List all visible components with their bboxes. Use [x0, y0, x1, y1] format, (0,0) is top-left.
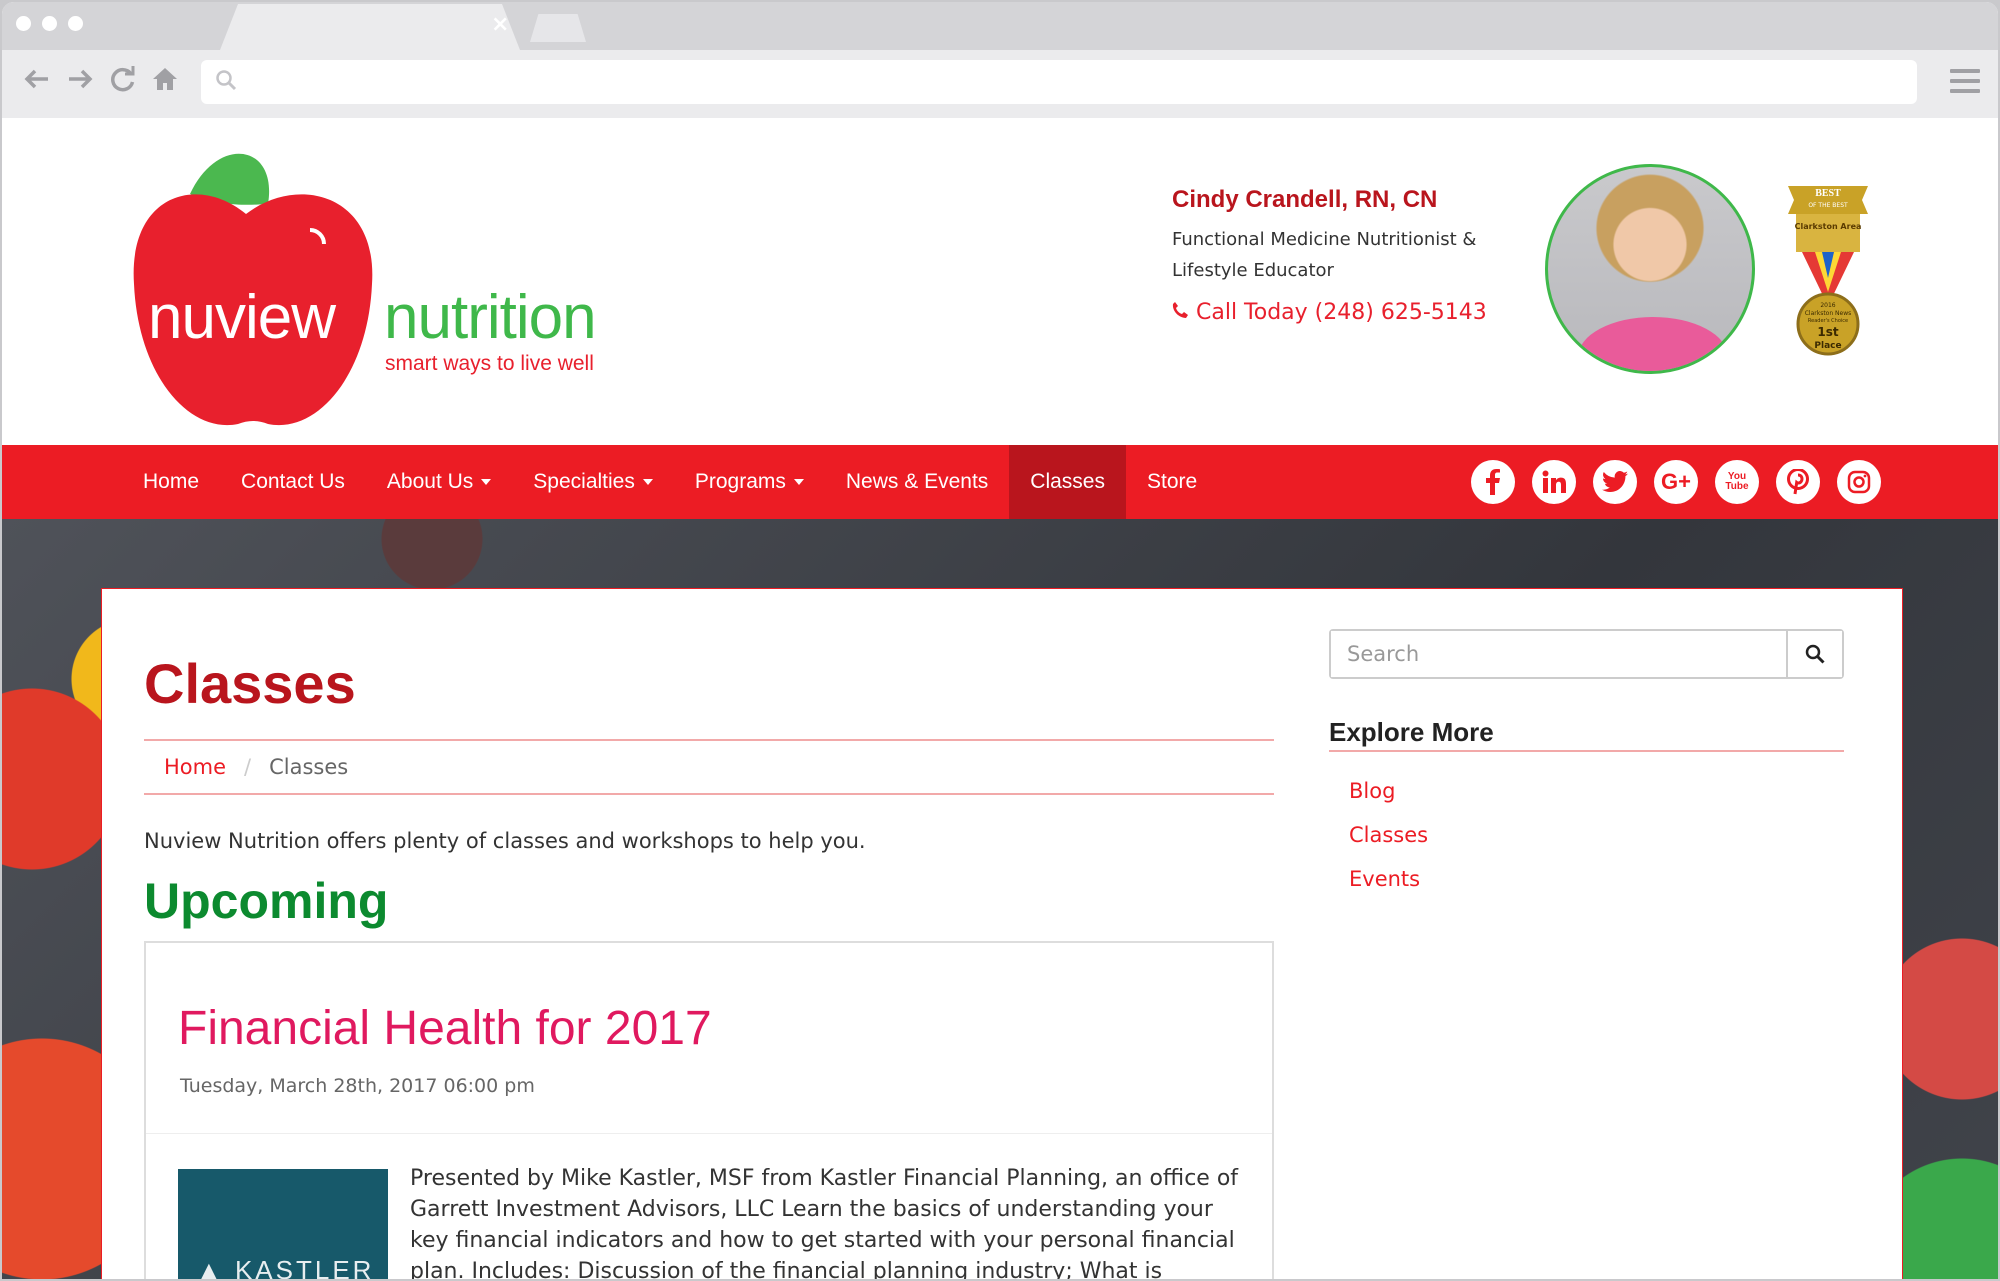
address-bar[interactable]	[201, 60, 1917, 104]
nav-programs[interactable]: Programs	[674, 445, 825, 519]
event-image-logo-mark: ▲	[196, 1255, 235, 1281]
intro-text: Nuview Nutrition offers plenty of classe…	[144, 829, 866, 853]
contact-name: Cindy Crandell, RN, CN	[1172, 186, 1438, 213]
search-input[interactable]	[1331, 631, 1786, 677]
browser-window: × nuview nutrition smart ways to live we…	[0, 0, 2000, 1281]
explore-title: Explore More	[1329, 717, 1844, 752]
browser-toolbar	[2, 50, 1998, 118]
window-controls	[16, 16, 83, 31]
profile-photo	[1545, 164, 1755, 374]
nav-store-label: Store	[1146, 470, 1198, 493]
badge-line4: 2016	[1820, 302, 1836, 309]
nav-classes-label: Classes	[1030, 470, 1105, 493]
google-plus-label: G+	[1661, 469, 1691, 494]
new-tab-button[interactable]	[530, 14, 586, 42]
phone-link[interactable]: Call Today (248) 625-5143	[1172, 300, 1512, 325]
twitter-icon[interactable]	[1593, 460, 1637, 504]
event-divider	[146, 1133, 1272, 1134]
nav-home-label: Home	[143, 470, 200, 493]
badge-line2: OF THE BEST	[1808, 202, 1848, 209]
content-card: Classes Home / Classes Nuview Nutrition …	[101, 588, 1903, 1281]
nav-store[interactable]: Store	[1126, 445, 1218, 519]
chevron-down-icon	[642, 479, 653, 485]
section-title-upcoming: Upcoming	[144, 873, 389, 929]
nav-home[interactable]: Home	[122, 445, 220, 519]
logo-tagline: smart ways to live well	[385, 352, 594, 375]
breadcrumb-current: Classes	[269, 755, 349, 779]
phone-number: Call Today (248) 625-5143	[1196, 300, 1487, 325]
window-minimize-dot[interactable]	[42, 16, 57, 31]
badge-line3: Clarkston Area	[1794, 222, 1862, 231]
profile-photo-shirt	[1578, 317, 1728, 371]
back-icon[interactable]	[24, 66, 50, 98]
explore-link-blog[interactable]: Blog	[1349, 779, 1428, 803]
event-card: Financial Health for 2017 Tuesday, March…	[144, 941, 1274, 1281]
forward-icon[interactable]	[67, 66, 93, 98]
event-image-label: KASTLER	[234, 1255, 375, 1281]
window-maximize-dot[interactable]	[68, 16, 83, 31]
phone-icon	[1172, 300, 1188, 325]
event-date: Tuesday, March 28th, 2017 06:00 pm	[180, 1075, 535, 1097]
nav-programs-label: Programs	[694, 470, 786, 493]
breadcrumb-home[interactable]: Home	[164, 755, 226, 779]
event-image-text: ▲ KASTLER	[196, 1255, 375, 1281]
site-logo[interactable]: nuview nutrition smart ways to live well	[118, 134, 618, 444]
explore-link-classes[interactable]: Classes	[1349, 823, 1428, 847]
contact-block: Cindy Crandell, RN, CN Functional Medici…	[1172, 186, 1512, 325]
reload-icon[interactable]	[110, 66, 136, 98]
contact-title-line1: Functional Medicine Nutritionist &	[1172, 229, 1477, 250]
nav-about-us[interactable]: About Us	[366, 445, 512, 519]
linkedin-icon[interactable]	[1532, 460, 1576, 504]
badge-line6: Reader's Choice	[1807, 318, 1849, 324]
main-nav: Home Contact Us About Us Specialties Pro…	[2, 445, 1998, 519]
page-title: Classes	[144, 652, 356, 715]
event-image[interactable]: ▲ KASTLER	[178, 1169, 388, 1281]
event-description: Presented by Mike Kastler, MSF from Kast…	[410, 1166, 1239, 1281]
active-tab[interactable]	[220, 4, 520, 50]
chevron-down-icon	[793, 479, 804, 485]
web-page: nuview nutrition smart ways to live well…	[2, 118, 1998, 1281]
nav-news-events[interactable]: News & Events	[825, 445, 1009, 519]
nav-news-events-label: News & Events	[845, 470, 989, 493]
social-links: G+ You Tube	[1471, 460, 1881, 504]
contact-title: Functional Medicine Nutritionist & Lifes…	[1172, 224, 1512, 286]
google-plus-icon[interactable]: G+	[1654, 460, 1698, 504]
logo-brand-right: nutrition	[384, 283, 597, 352]
search-icon	[1805, 644, 1825, 664]
nav-about-us-label: About Us	[386, 470, 474, 493]
nav-classes[interactable]: Classes	[1009, 445, 1126, 519]
site-header: nuview nutrition smart ways to live well…	[2, 118, 1998, 445]
nav-contact-us-label: Contact Us	[241, 470, 345, 493]
nav-specialties-label: Specialties	[533, 470, 635, 493]
home-icon[interactable]	[152, 66, 178, 98]
breadcrumb-separator: /	[244, 755, 252, 779]
youtube-label: You Tube	[1725, 471, 1749, 492]
browser-menu-icon[interactable]	[1950, 69, 1980, 99]
search-button[interactable]	[1786, 631, 1842, 677]
search-form	[1329, 629, 1844, 679]
nav-items: Home Contact Us About Us Specialties Pro…	[122, 445, 1218, 519]
explore-link-events[interactable]: Events	[1349, 867, 1428, 891]
facebook-icon[interactable]	[1471, 460, 1515, 504]
tab-close-icon[interactable]: ×	[491, 12, 509, 37]
award-badge: BEST OF THE BEST Clarkston Area 2016 Cla…	[1782, 186, 1874, 356]
tab-bar: ×	[2, 2, 1998, 50]
youtube-icon[interactable]: You Tube	[1715, 460, 1759, 504]
nav-contact-us[interactable]: Contact Us	[220, 445, 366, 519]
badge-line7: 1st	[1817, 325, 1839, 339]
search-icon	[215, 69, 237, 95]
window-close-dot[interactable]	[16, 16, 31, 31]
logo-brand-left: nuview	[148, 283, 336, 352]
contact-title-line2: Lifestyle Educator	[1172, 260, 1334, 281]
breadcrumb: Home / Classes	[144, 739, 1274, 795]
instagram-icon[interactable]	[1837, 460, 1881, 504]
badge-line1: BEST	[1815, 188, 1841, 199]
pinterest-icon[interactable]	[1776, 460, 1820, 504]
nav-specialties[interactable]: Specialties	[512, 445, 674, 519]
badge-line8: Place	[1814, 341, 1842, 351]
event-title-link[interactable]: Financial Health for 2017	[178, 1001, 712, 1056]
badge-line5: Clarkston News	[1804, 310, 1852, 317]
explore-links: Blog Classes Events	[1349, 779, 1428, 911]
chevron-down-icon	[481, 479, 492, 485]
